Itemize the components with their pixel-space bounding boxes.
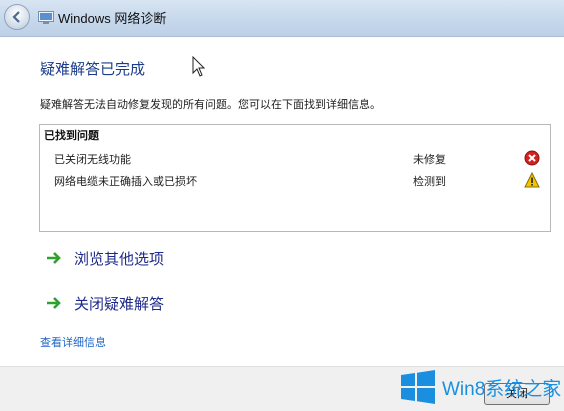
problem-row[interactable]: 网络电缆未正确插入或已损坏 检测到 <box>40 171 550 191</box>
view-details-link[interactable]: 查看详细信息 <box>40 334 106 350</box>
problem-row[interactable]: 已关闭无线功能 未修复 <box>40 149 550 169</box>
window-title: Windows 网络诊断 <box>58 11 167 26</box>
mouse-cursor-icon <box>192 56 206 77</box>
watermark-text: Win8系统之家 <box>442 379 562 400</box>
problem-status: 未修复 <box>413 153 446 166</box>
green-arrow-icon <box>47 252 61 264</box>
problems-header: 已找到问题 <box>44 129 99 142</box>
problem-status: 检测到 <box>413 175 446 188</box>
back-button[interactable] <box>4 4 30 30</box>
warning-icon <box>524 172 540 188</box>
green-arrow-icon <box>47 297 61 309</box>
back-arrow-icon <box>12 11 20 23</box>
problems-list: 已找到问题 已关闭无线功能 未修复 网络电缆未正确插入或已损坏 检测到 <box>39 124 551 232</box>
summary-text: 疑难解答无法自动修复发现的所有问题。您可以在下面找到详细信息。 <box>40 98 381 111</box>
problem-name: 网络电缆未正确插入或已损坏 <box>54 175 197 188</box>
page-title: 疑难解答已完成 <box>40 60 146 78</box>
problem-name: 已关闭无线功能 <box>54 153 131 166</box>
error-icon <box>524 150 540 166</box>
windows-logo-icon <box>401 370 435 404</box>
close-troubleshooter-label: 关闭疑难解答 <box>74 295 165 313</box>
explore-options-label: 浏览其他选项 <box>74 250 165 268</box>
network-diagnostics-icon <box>38 11 54 24</box>
title-bar: Windows 网络诊断 <box>0 0 564 37</box>
